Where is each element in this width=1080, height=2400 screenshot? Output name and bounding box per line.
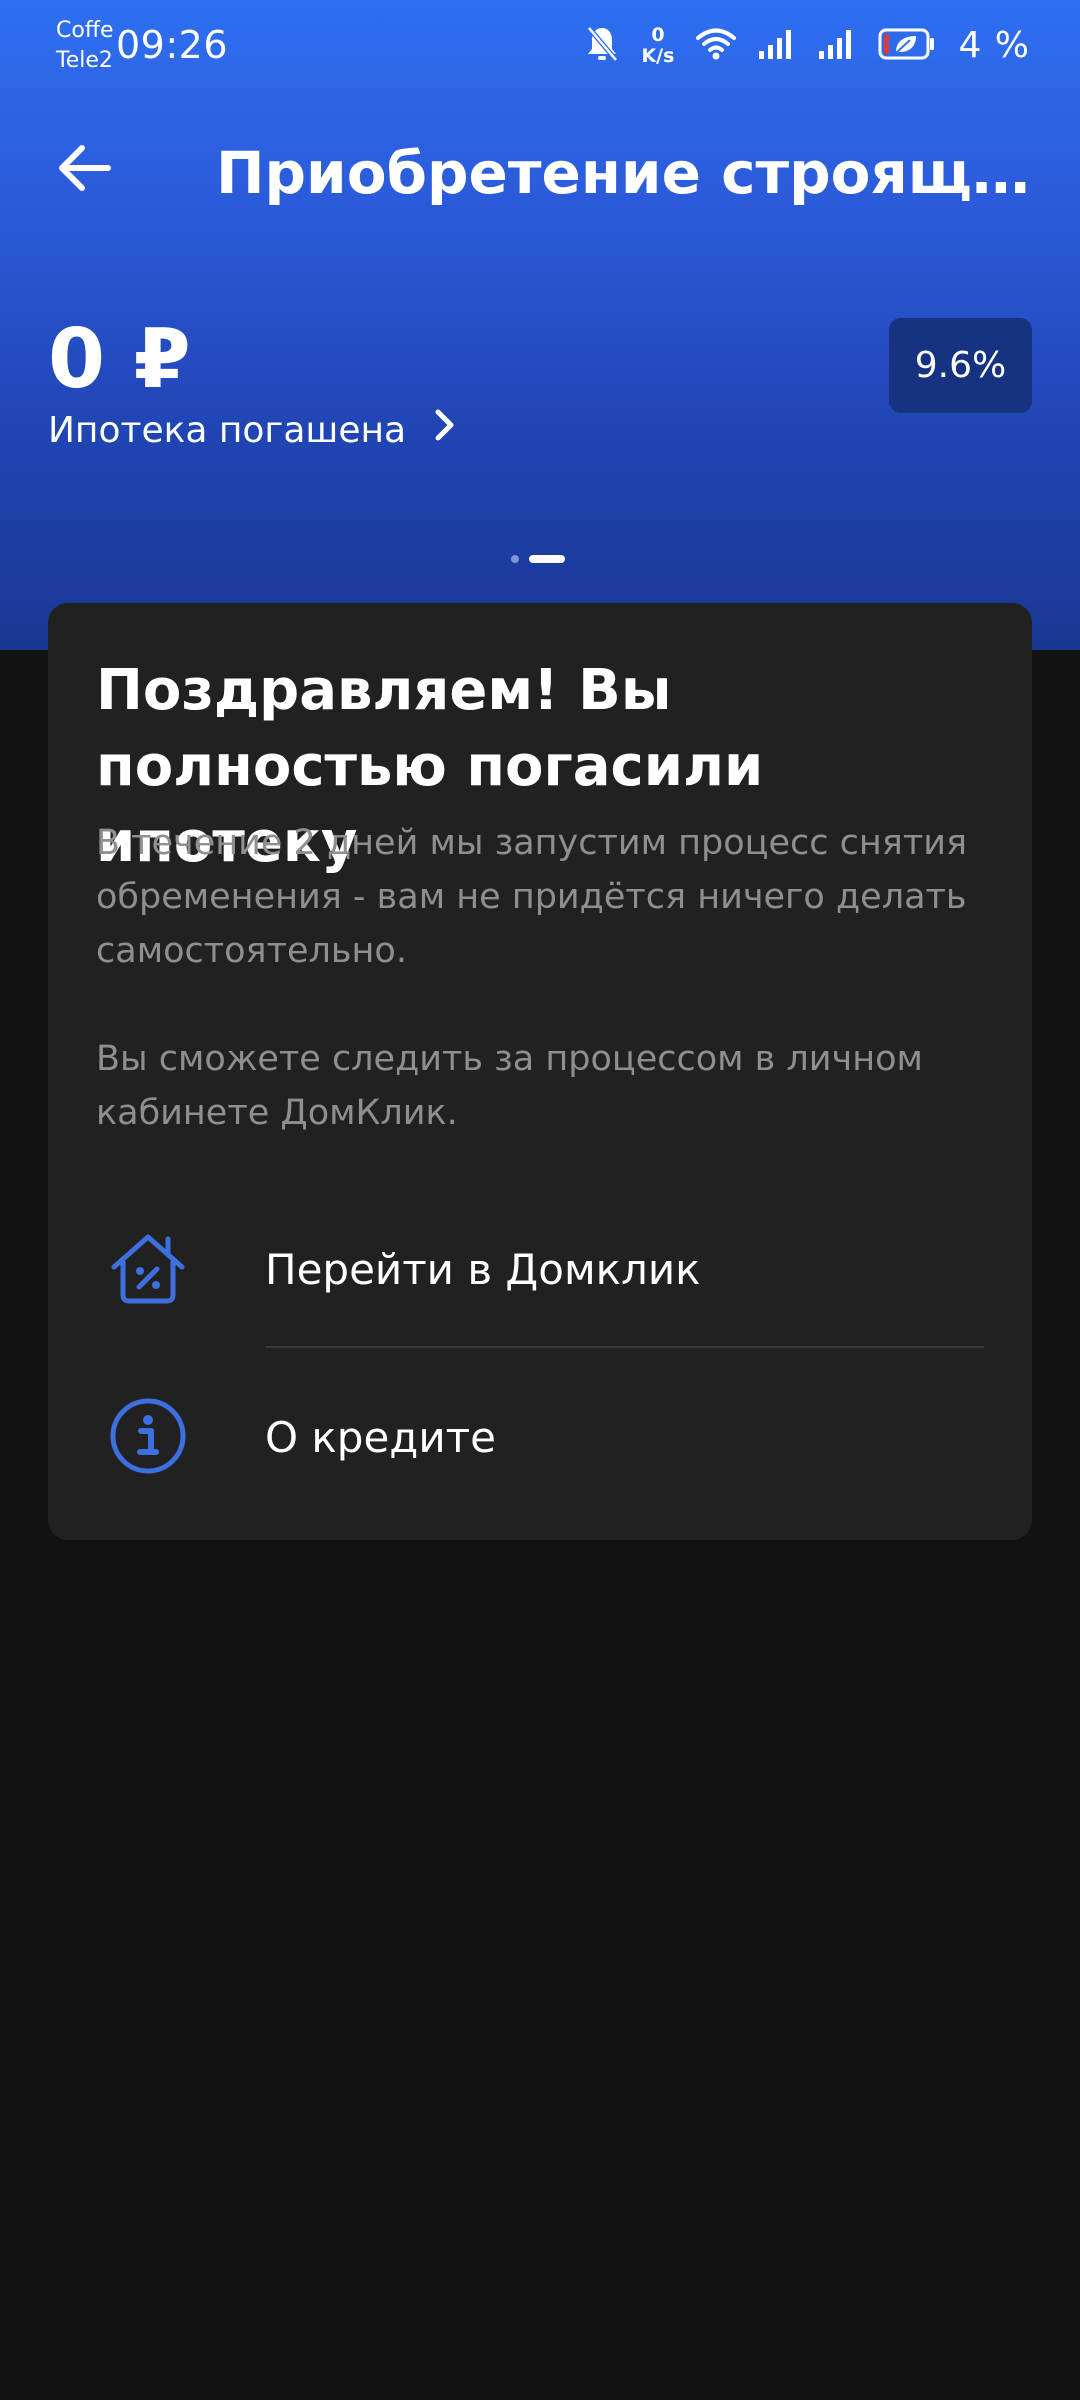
status-icons: 0 K/s 4 % — [585, 20, 1030, 72]
page-indicator-active — [529, 555, 565, 563]
interest-rate-value: 9.6% — [914, 345, 1007, 386]
loan-balance: 0 ₽ — [48, 312, 191, 407]
network-speed: 0 K/s — [641, 25, 674, 67]
carrier-name-2: Tele2 — [56, 48, 113, 73]
arrow-left-icon — [56, 144, 112, 196]
go-to-domclick-button[interactable]: Перейти в Домклик — [48, 1193, 1032, 1343]
status-bar: Coffe Tele2 09:26 0 K/s 4 % — [0, 0, 1080, 90]
go-to-domclick-label: Перейти в Домклик — [265, 1245, 701, 1294]
back-button[interactable] — [46, 132, 122, 208]
network-speed-unit: K/s — [641, 45, 675, 67]
status-time: 09:26 — [116, 23, 229, 67]
page-indicator-dot — [511, 555, 519, 563]
signal-strength-icon — [758, 27, 796, 65]
house-percent-icon — [108, 1229, 188, 1309]
divider — [265, 1346, 984, 1348]
info-icon — [108, 1396, 188, 1476]
chevron-right-icon — [434, 408, 456, 454]
about-credit-label: О кредите — [265, 1413, 496, 1462]
about-credit-button[interactable]: О кредите — [48, 1363, 1032, 1513]
page-title: Приобретение строящегос... — [216, 139, 1066, 207]
network-speed-value: 0 — [651, 24, 665, 46]
bell-muted-icon — [585, 25, 619, 67]
card-paragraph-1: В течение 2 дней мы запустим процесс сня… — [96, 823, 968, 971]
page-indicator — [511, 555, 565, 563]
carrier-info: Coffe Tele2 — [56, 16, 114, 76]
battery-percent: 4 % — [958, 25, 1030, 66]
battery-saver-icon — [878, 28, 936, 64]
carrier-name-1: Coffe — [56, 18, 114, 43]
mortgage-paid-card: Поздравляем! Вы полностью погасили ипоте… — [48, 603, 1032, 1540]
signal-strength-icon — [818, 27, 856, 65]
loan-status-label: Ипотека погашена — [48, 410, 407, 451]
card-paragraph-2: Вы сможете следить за процессом в личном… — [96, 1039, 923, 1133]
interest-rate-badge: 9.6% — [889, 318, 1032, 413]
loan-status-link[interactable]: Ипотека погашена — [48, 408, 456, 454]
wifi-icon — [696, 27, 737, 65]
